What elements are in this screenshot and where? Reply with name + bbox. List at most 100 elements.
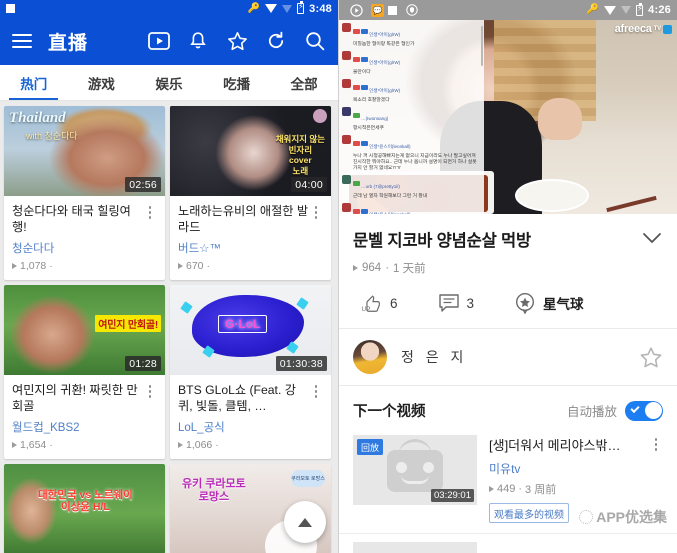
card-title-row: BTS GLoL쇼 (Feat. 강퀴, 빛돌, 클템, … xyxy=(178,382,323,414)
star-outline-icon[interactable] xyxy=(639,345,663,369)
bell-icon[interactable] xyxy=(187,30,209,52)
live-chat-overlay[interactable]: 인생*아이(glrW) 미칠놈한 형이랑 똑같은 형인가 인생*아이(glrW)… xyxy=(339,20,484,214)
video-action-bar: UP 6 3 星气球 xyxy=(339,276,677,329)
chat-avatar xyxy=(342,23,351,32)
recommended-video-item[interactable] xyxy=(339,533,677,553)
tab-mukbang[interactable]: 吃播 xyxy=(203,65,271,100)
recommended-view-count: 449 xyxy=(497,483,516,495)
recommended-channel[interactable]: 미유tv xyxy=(489,460,663,477)
chat-avatar xyxy=(342,50,351,60)
card-views: 1,654 · xyxy=(12,439,157,451)
next-video-header: 下一个视频 自动播放 xyxy=(339,386,677,427)
chat-scrollbar[interactable] xyxy=(481,26,483,66)
status-bar-left-icons: 💬 xyxy=(345,0,423,21)
play-count-icon xyxy=(178,263,183,270)
comment-icon xyxy=(438,292,460,314)
afreecatv-logo-text: afreeca xyxy=(614,23,652,35)
card-title-row: 여민지의 귀환! 짜릿한 만회골 xyxy=(12,382,157,414)
video-title: 문벨 지코바 양념순살 먹방 xyxy=(353,232,531,250)
video-card-grid: Thailand with 청순다다 02:56 청순다다와 태국 힐링여행! … xyxy=(0,101,338,553)
comment-button[interactable]: 3 xyxy=(438,292,475,314)
video-thumbnail[interactable]: G·LoL 01:30:38 xyxy=(170,285,331,376)
status-bar-right: 💬 🔑 4:26 xyxy=(339,0,677,20)
duration-badge: 01:30:38 xyxy=(275,356,327,372)
scroll-to-top-button[interactable] xyxy=(284,501,326,543)
video-thumbnail[interactable]: 여민지 만회골! 01:28 xyxy=(4,285,165,376)
recommended-thumbnail[interactable]: 回放 03:29:01 xyxy=(353,435,477,505)
video-title-row: 문벨 지코바 양념순살 먹방 xyxy=(353,227,663,251)
video-card[interactable]: 여민지 만회골! 01:28 여민지의 귀환! 짜릿한 만회골 월드컵_KBS2… xyxy=(4,285,165,460)
video-player-icon[interactable] xyxy=(148,30,170,52)
video-thumbnail[interactable]: 채워지지 않는 빈자리 cover 노래 04:00 xyxy=(170,106,331,196)
chat-nickname: …(Iwonsang) xyxy=(361,115,389,121)
tab-entertainment[interactable]: 娱乐 xyxy=(135,65,203,100)
card-channel[interactable]: LoL_공식 xyxy=(178,419,323,435)
afreecatv-logo-mark xyxy=(663,24,672,34)
chat-message: 인생*윤스이(leonkall) 내 시월봐야해요ㅠㅠ xyxy=(342,202,481,214)
app-bar-left: 直播 xyxy=(0,17,338,65)
avatar[interactable] xyxy=(353,340,387,374)
thumbnail-art-dot xyxy=(180,301,193,314)
comment-count: 3 xyxy=(466,295,475,311)
watermark-circle-icon xyxy=(579,510,594,524)
video-thumbnail[interactable]: Thailand with 청순다다 02:56 xyxy=(4,106,165,196)
search-icon[interactable] xyxy=(304,30,326,52)
video-player[interactable]: afreeca TV 인생*아이(glrW) 미칠놈한 형이랑 똑같은 형인가 인… xyxy=(339,20,677,214)
caption-line: 이상윤 H/L xyxy=(60,500,110,513)
thumbnail-caption: G·LoL xyxy=(218,315,268,334)
card-channel[interactable]: 청순다다 xyxy=(12,240,157,256)
more-options-icon[interactable] xyxy=(309,382,323,414)
duration-badge: 01:28 xyxy=(125,356,161,372)
chat-nickname: 인생*아이(glrW) xyxy=(369,32,401,37)
star-balloon-button[interactable]: 星气球 xyxy=(514,292,584,314)
card-title: BTS GLoL쇼 (Feat. 강퀴, 빛돌, 클템, … xyxy=(178,383,296,414)
card-channel[interactable]: 버드☆™ xyxy=(178,240,323,256)
card-channel[interactable]: 월드컵_KBS2 xyxy=(12,419,157,435)
video-card[interactable]: 채워지지 않는 빈자리 cover 노래 04:00 노래하는유비의 애절한 발… xyxy=(170,106,331,281)
card-views-separator: · xyxy=(215,439,219,452)
card-title: 여민지의 귀환! 짜릿한 만회골 xyxy=(12,383,138,414)
channel-row[interactable]: 정 은 지 xyxy=(339,329,677,386)
recommended-thumbnail[interactable] xyxy=(353,542,477,553)
chat-message: 인생*아이(glrW) 목소리 호잘않겠다 xyxy=(342,78,481,104)
tab-games[interactable]: 游戏 xyxy=(68,65,136,100)
tv-mascot-icon xyxy=(387,450,443,493)
wifi-icon xyxy=(604,5,617,15)
video-thumbnail[interactable]: 대한민국 vs 노르웨이 이상윤 H/L xyxy=(4,464,165,553)
tab-hot[interactable]: 热门 xyxy=(0,65,68,100)
card-meta: 노래하는유비의 애절한 발라드 버드☆™ 670 · xyxy=(170,196,331,280)
channel-name[interactable]: 정 은 지 xyxy=(401,347,639,367)
star-balloon-label: 星气球 xyxy=(543,297,584,312)
more-options-icon[interactable] xyxy=(309,203,323,235)
chat-avatar xyxy=(342,202,351,212)
status-bar-left: 🔑 3:48 xyxy=(0,0,338,17)
mascot-eye xyxy=(423,462,434,474)
star-outline-icon[interactable] xyxy=(226,30,248,52)
recommended-age: 3 周前 xyxy=(525,484,557,496)
card-title-row: 청순다다와 태국 힐링여행! xyxy=(12,203,157,235)
up-button[interactable]: UP 6 xyxy=(361,292,398,314)
afreecatv-logo-sup: TV xyxy=(653,26,661,32)
video-card[interactable]: Thailand with 청순다다 02:56 청순다다와 태국 힐링여행! … xyxy=(4,106,165,281)
refresh-icon[interactable] xyxy=(265,30,287,52)
tab-all[interactable]: 全部 xyxy=(270,65,338,100)
check-icon xyxy=(630,403,640,413)
status-bar-left-icons xyxy=(6,4,15,13)
recommended-meta xyxy=(489,542,663,553)
more-options-icon[interactable] xyxy=(143,203,157,235)
chevron-down-icon[interactable] xyxy=(641,227,663,249)
card-view-count: 1,078 xyxy=(20,260,47,273)
battery-charging-icon xyxy=(636,2,644,16)
thumbnail-caption: 대한민국 vs 노르웨이 이상윤 H/L xyxy=(38,490,133,513)
card-meta: 청순다다와 태국 힐링여행! 청순다다 1,078 · xyxy=(4,196,165,280)
video-card[interactable]: 대한민국 vs 노르웨이 이상윤 H/L xyxy=(4,464,165,553)
chat-avatar xyxy=(342,134,351,144)
more-options-icon[interactable] xyxy=(649,435,663,451)
video-card[interactable]: G·LoL 01:30:38 BTS GLoL쇼 (Feat. 강퀴, 빛돌, … xyxy=(170,285,331,460)
overlay-line: cover xyxy=(289,155,312,166)
hamburger-menu-icon[interactable] xyxy=(12,34,32,48)
vpn-key-icon: 🔑 xyxy=(586,4,600,15)
autoplay-toggle[interactable] xyxy=(625,400,663,421)
more-options-icon[interactable] xyxy=(143,382,157,414)
play-count-icon xyxy=(12,442,17,449)
